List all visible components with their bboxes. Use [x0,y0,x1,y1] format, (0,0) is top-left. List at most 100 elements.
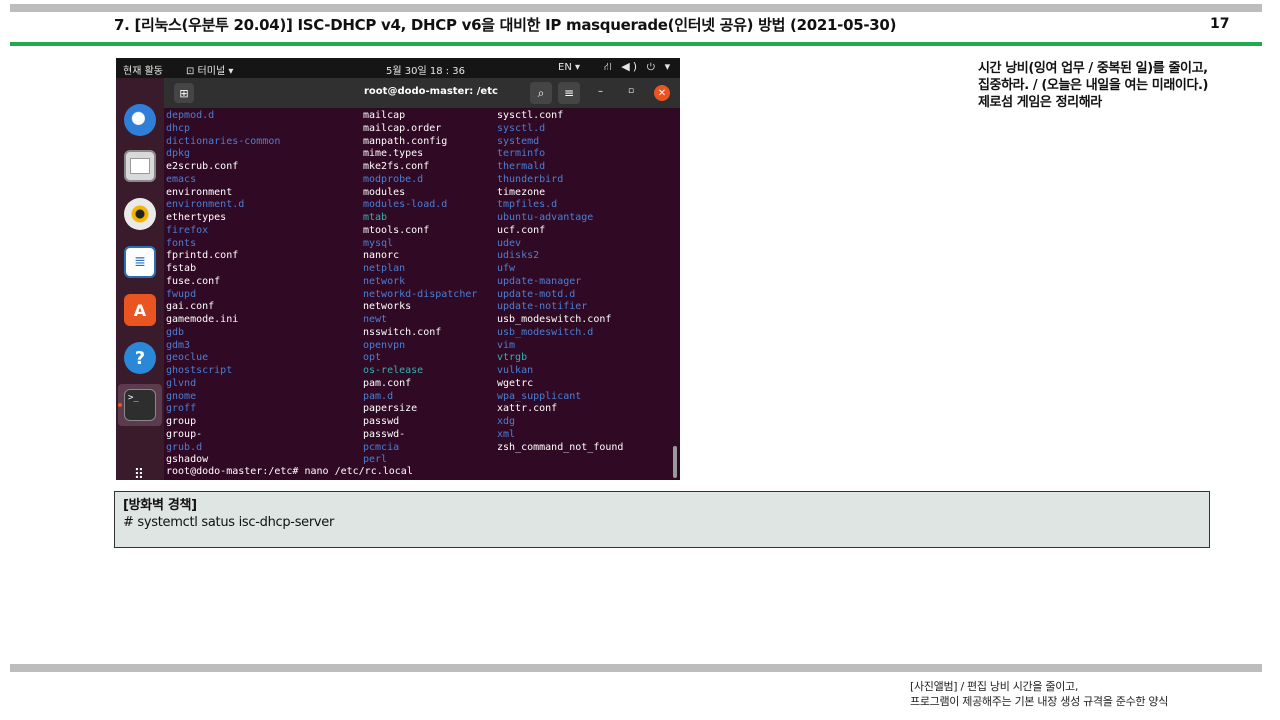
terminal-icon[interactable]: >_ [124,389,156,421]
listing-entry: network [363,275,406,287]
listing-entry: os-release [363,365,424,376]
clock[interactable]: 5월 30일 18 : 36 [386,62,465,77]
system-tray-icons[interactable]: ⛙ ◀) ⏻ ▾ [604,60,673,75]
listing-entry: e2scrub.conf [166,161,239,172]
maximize-icon[interactable]: ▫ [628,86,634,96]
listing-entry: timezone [497,186,546,198]
listing-entry: papersize [363,403,418,415]
listing-entry: ghostscript [166,365,233,376]
listing-entry: vulkan [497,365,534,376]
terminal-window-title: root@dodo-master: /etc [364,86,498,97]
listing-entry: mime.types [363,148,424,160]
listing-entry: usb_modeswitch.conf [497,314,612,325]
listing-entry: ucf.conf [497,224,546,236]
running-indicator [118,403,122,407]
listing-entry: gdb [166,326,185,338]
listing-entry: depmod.d [166,110,215,121]
listing-entry: sysctl.d [497,122,546,134]
activities-button[interactable]: 현재 활동 [123,62,163,77]
listing-entry: sysctl.conf [497,110,564,121]
listing-entry: networks [363,301,412,313]
show-applications-icon[interactable]: ⠿ [125,460,155,480]
listing-entry: thermald [497,161,546,172]
listing-entry: ufw [497,263,516,274]
page-number: 17 [1210,16,1230,32]
listing-entry: environment.d [166,199,245,211]
listing-entry: passwd- [363,428,406,440]
minimize-icon[interactable]: – [598,86,603,97]
terminal-scrollbar[interactable] [673,446,677,478]
listing-entry: mailcap.order [363,122,442,134]
listing-entry: netplan [363,263,406,274]
listing-entry: group [166,416,197,427]
listing-entry: ethertypes [166,212,227,223]
ubuntu-software-icon[interactable]: A [124,294,156,326]
listing-entry: fstab [166,263,197,274]
listing-entry: environment [166,186,233,198]
listing-entry: manpath.config [363,135,448,147]
listing-entry: fuse.conf [166,275,221,287]
listing-entry: modules [363,186,406,198]
listing-entry: tmpfiles.d [497,199,558,211]
listing-entry: vim [497,339,516,351]
listing-entry: newt [363,314,388,325]
listing-entry: pam.d [363,390,394,402]
rhythmbox-icon[interactable] [124,198,156,230]
language-selector[interactable]: EN ▾ [558,62,580,73]
listing-entry: glvnd [166,377,197,389]
listing-entry: nsswitch.conf [363,326,442,338]
listing-entry: mtools.conf [363,224,430,236]
listing-entry: mysql [363,237,394,249]
listing-entry: grub.d [166,441,203,453]
title-underline [10,42,1262,46]
listing-entry: fonts [166,237,197,249]
listing-entry: zsh_command_not_found [497,441,624,453]
listing-entry: thunderbird [497,173,564,185]
listing-entry: passwd [363,416,400,427]
shell-prompt: root@dodo-master:/etc# nano /etc/rc.loca… [166,466,413,477]
libreoffice-writer-icon[interactable]: ≣ [124,246,156,278]
listing-entry: fprintd.conf [166,250,239,262]
listing-entry: pcmcia [363,441,400,453]
listing-column-1: depmod.d dhcp dictionaries-common dpkg e2scr… [166,110,280,467]
listing-column-2: mailcap mailcap.order manpath.config mime.t… [363,110,477,467]
listing-entry: dictionaries-common [166,135,281,147]
listing-entry: xdg [497,416,516,427]
page-title: 7. [리눅스(우분투 20.04)] ISC-DHCP v4, DHCP v6… [114,16,897,34]
gnome-top-bar: 현재 활동 ⊡ 터미널 ▾ 5월 30일 18 : 36 EN ▾ ⛙ ◀) ⏻… [116,58,680,78]
listing-entry: geoclue [166,352,209,364]
listing-entry: firefox [166,224,209,236]
listing-entry: udisks2 [497,250,540,262]
thunderbird-icon[interactable] [124,104,156,136]
search-icon[interactable]: ⌕ [530,82,552,104]
footer-note: [사진앨범] / 편집 낭비 시간을 줄이고, 프로그램이 제공해주는 기본 내… [910,679,1168,709]
listing-entry: openvpn [363,339,406,351]
listing-entry: mke2fs.conf [363,161,430,172]
listing-entry: group- [166,428,203,440]
listing-entry: dpkg [166,148,191,160]
files-icon[interactable] [124,150,156,182]
footer-line: 프로그램이 제공해주는 기본 내장 생성 규격을 준수한 양식 [910,695,1169,708]
terminal-header-bar: ⊞ root@dodo-master: /etc ⌕ ≡ – ▫ ✕ [164,78,680,108]
footer-line: [사진앨범] / 편집 낭비 시간을 줄이고, [910,680,1079,693]
app-menu-terminal[interactable]: ⊡ 터미널 ▾ [186,62,233,77]
new-tab-icon[interactable]: ⊞ [174,83,194,103]
listing-entry: xml [497,428,516,440]
listing-entry: gamemode.ini [166,314,239,325]
listing-entry: ubuntu-advantage [497,212,594,223]
hamburger-menu-icon[interactable]: ≡ [558,82,580,104]
listing-column-3: sysctl.conf sysctl.d systemd terminfo therma… [497,110,623,454]
listing-entry: pam.conf [363,377,412,389]
listing-entry: systemd [497,135,540,147]
side-note-line: 제로섬 게임은 정리해라 [978,95,1102,110]
listing-entry: mailcap [363,110,406,121]
close-icon[interactable]: ✕ [654,85,670,101]
firewall-command: # systemctl satus isc-dhcp-server [123,515,335,530]
listing-entry: usb_modeswitch.d [497,326,594,338]
firewall-note-title: [방화벽 경책] [123,498,197,513]
firewall-note-box: [방화벽 경책] # systemctl satus isc-dhcp-serv… [114,491,1210,548]
listing-entry: wpa_supplicant [497,390,582,402]
terminal-output[interactable]: depmod.d dhcp dictionaries-common dpkg e2scr… [164,109,680,480]
help-icon[interactable]: ? [124,342,156,374]
listing-entry: networkd-dispatcher [363,288,478,300]
